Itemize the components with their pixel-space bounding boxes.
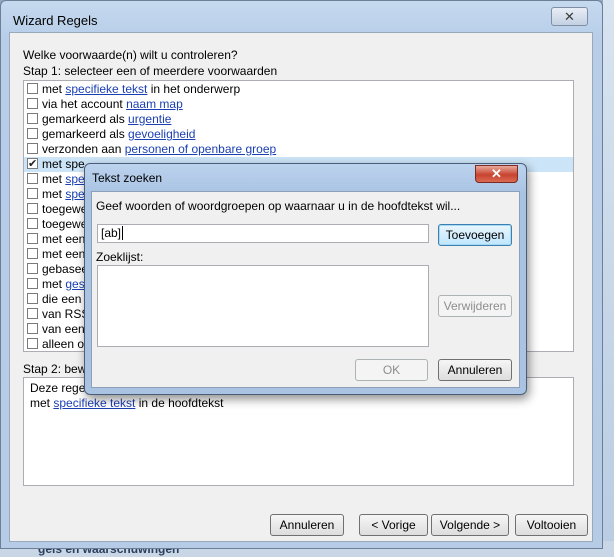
step2-label: Stap 2: bewe bbox=[23, 362, 94, 376]
condition-text: gemarkeerd als gevoeligheid bbox=[42, 127, 196, 141]
condition-link[interactable]: specifieke tekst bbox=[65, 82, 147, 96]
condition-checkbox[interactable] bbox=[27, 263, 38, 274]
condition-text: toegewe bbox=[42, 202, 88, 216]
condition-link[interactable]: personen of openbare groep bbox=[125, 142, 276, 156]
finish-button[interactable]: Voltooien bbox=[515, 514, 588, 536]
condition-checkbox[interactable] bbox=[27, 113, 38, 124]
search-list[interactable] bbox=[97, 265, 429, 347]
step1-label: Stap 1: selecteer een of meerdere voorwa… bbox=[23, 64, 278, 78]
condition-text: via het account naam map bbox=[42, 97, 183, 111]
condition-text: van een bbox=[42, 322, 85, 336]
condition-checkbox[interactable] bbox=[27, 293, 38, 304]
condition-row[interactable]: gemarkeerd als gevoeligheid bbox=[24, 127, 573, 142]
condition-checkbox[interactable] bbox=[27, 98, 38, 109]
next-button[interactable]: Volgende > bbox=[431, 514, 509, 536]
close-icon: ✕ bbox=[564, 9, 575, 24]
condition-row[interactable]: met specifieke tekst in het onderwerp bbox=[24, 82, 573, 97]
dialog-close-button[interactable]: ✕ bbox=[475, 165, 518, 183]
condition-link[interactable]: naam map bbox=[126, 97, 183, 111]
condition-checkbox[interactable] bbox=[27, 323, 38, 334]
condition-text: gebasee bbox=[42, 262, 89, 276]
add-button[interactable]: Toevoegen bbox=[438, 224, 512, 246]
question-label: Welke voorwaarde(n) wilt u controleren? bbox=[23, 48, 238, 62]
dialog-title: Tekst zoeken bbox=[92, 171, 163, 185]
condition-checkbox[interactable] bbox=[27, 128, 38, 139]
condition-checkbox[interactable] bbox=[27, 143, 38, 154]
wizard-close-button[interactable]: ✕ bbox=[551, 7, 588, 26]
condition-checkbox-checked[interactable]: ✔ bbox=[27, 158, 38, 170]
wizard-title: Wizard Regels bbox=[13, 13, 98, 28]
condition-text: toegewe bbox=[42, 217, 88, 231]
condition-text: met een bbox=[42, 232, 86, 246]
condition-text: met een bbox=[42, 247, 86, 261]
condition-text: met specifieke tekst in het onderwerp bbox=[42, 82, 241, 96]
condition-text: verzonden aan personen of openbare groep bbox=[42, 142, 277, 156]
ok-button[interactable]: OK bbox=[355, 359, 428, 381]
condition-text: die een bbox=[42, 292, 82, 306]
condition-checkbox[interactable] bbox=[27, 218, 38, 229]
condition-checkbox[interactable] bbox=[27, 188, 38, 199]
condition-text: met spe bbox=[42, 157, 85, 171]
condition-link[interactable]: urgentie bbox=[128, 112, 171, 126]
wizard-cancel-button[interactable]: Annuleren bbox=[270, 514, 344, 536]
condition-checkbox[interactable] bbox=[27, 233, 38, 244]
background-window-edge bbox=[603, 0, 614, 557]
dialog-prompt: Geef woorden of woordgroepen op waarnaar… bbox=[96, 199, 461, 213]
condition-row[interactable]: gemarkeerd als urgentie bbox=[24, 112, 573, 127]
description-line: met specifieke tekst in de hoofdtekst bbox=[30, 396, 224, 410]
condition-text: gemarkeerd als urgentie bbox=[42, 112, 172, 126]
condition-checkbox[interactable] bbox=[27, 173, 38, 184]
description-line: Deze regel bbox=[30, 381, 89, 395]
condition-row[interactable]: via het account naam map bbox=[24, 97, 573, 112]
condition-checkbox[interactable] bbox=[27, 203, 38, 214]
condition-checkbox[interactable] bbox=[27, 278, 38, 289]
text-cursor bbox=[122, 226, 124, 240]
condition-checkbox[interactable] bbox=[27, 308, 38, 319]
condition-row[interactable]: verzonden aan personen of openbare groep bbox=[24, 142, 573, 157]
condition-checkbox[interactable] bbox=[27, 248, 38, 259]
close-icon: ✕ bbox=[491, 166, 502, 181]
search-words-input[interactable]: [ab] bbox=[97, 224, 429, 243]
dialog-cancel-button[interactable]: Annuleren bbox=[438, 359, 512, 381]
description-link[interactable]: specifieke tekst bbox=[53, 396, 135, 410]
condition-text: van RSS bbox=[42, 307, 90, 321]
search-list-label: Zoeklijst: bbox=[96, 250, 144, 264]
condition-link[interactable]: gevoeligheid bbox=[128, 127, 195, 141]
condition-checkbox[interactable] bbox=[27, 83, 38, 94]
back-button[interactable]: < Vorige bbox=[359, 514, 428, 536]
condition-checkbox[interactable] bbox=[27, 338, 38, 349]
remove-button[interactable]: Verwijderen bbox=[438, 295, 512, 317]
